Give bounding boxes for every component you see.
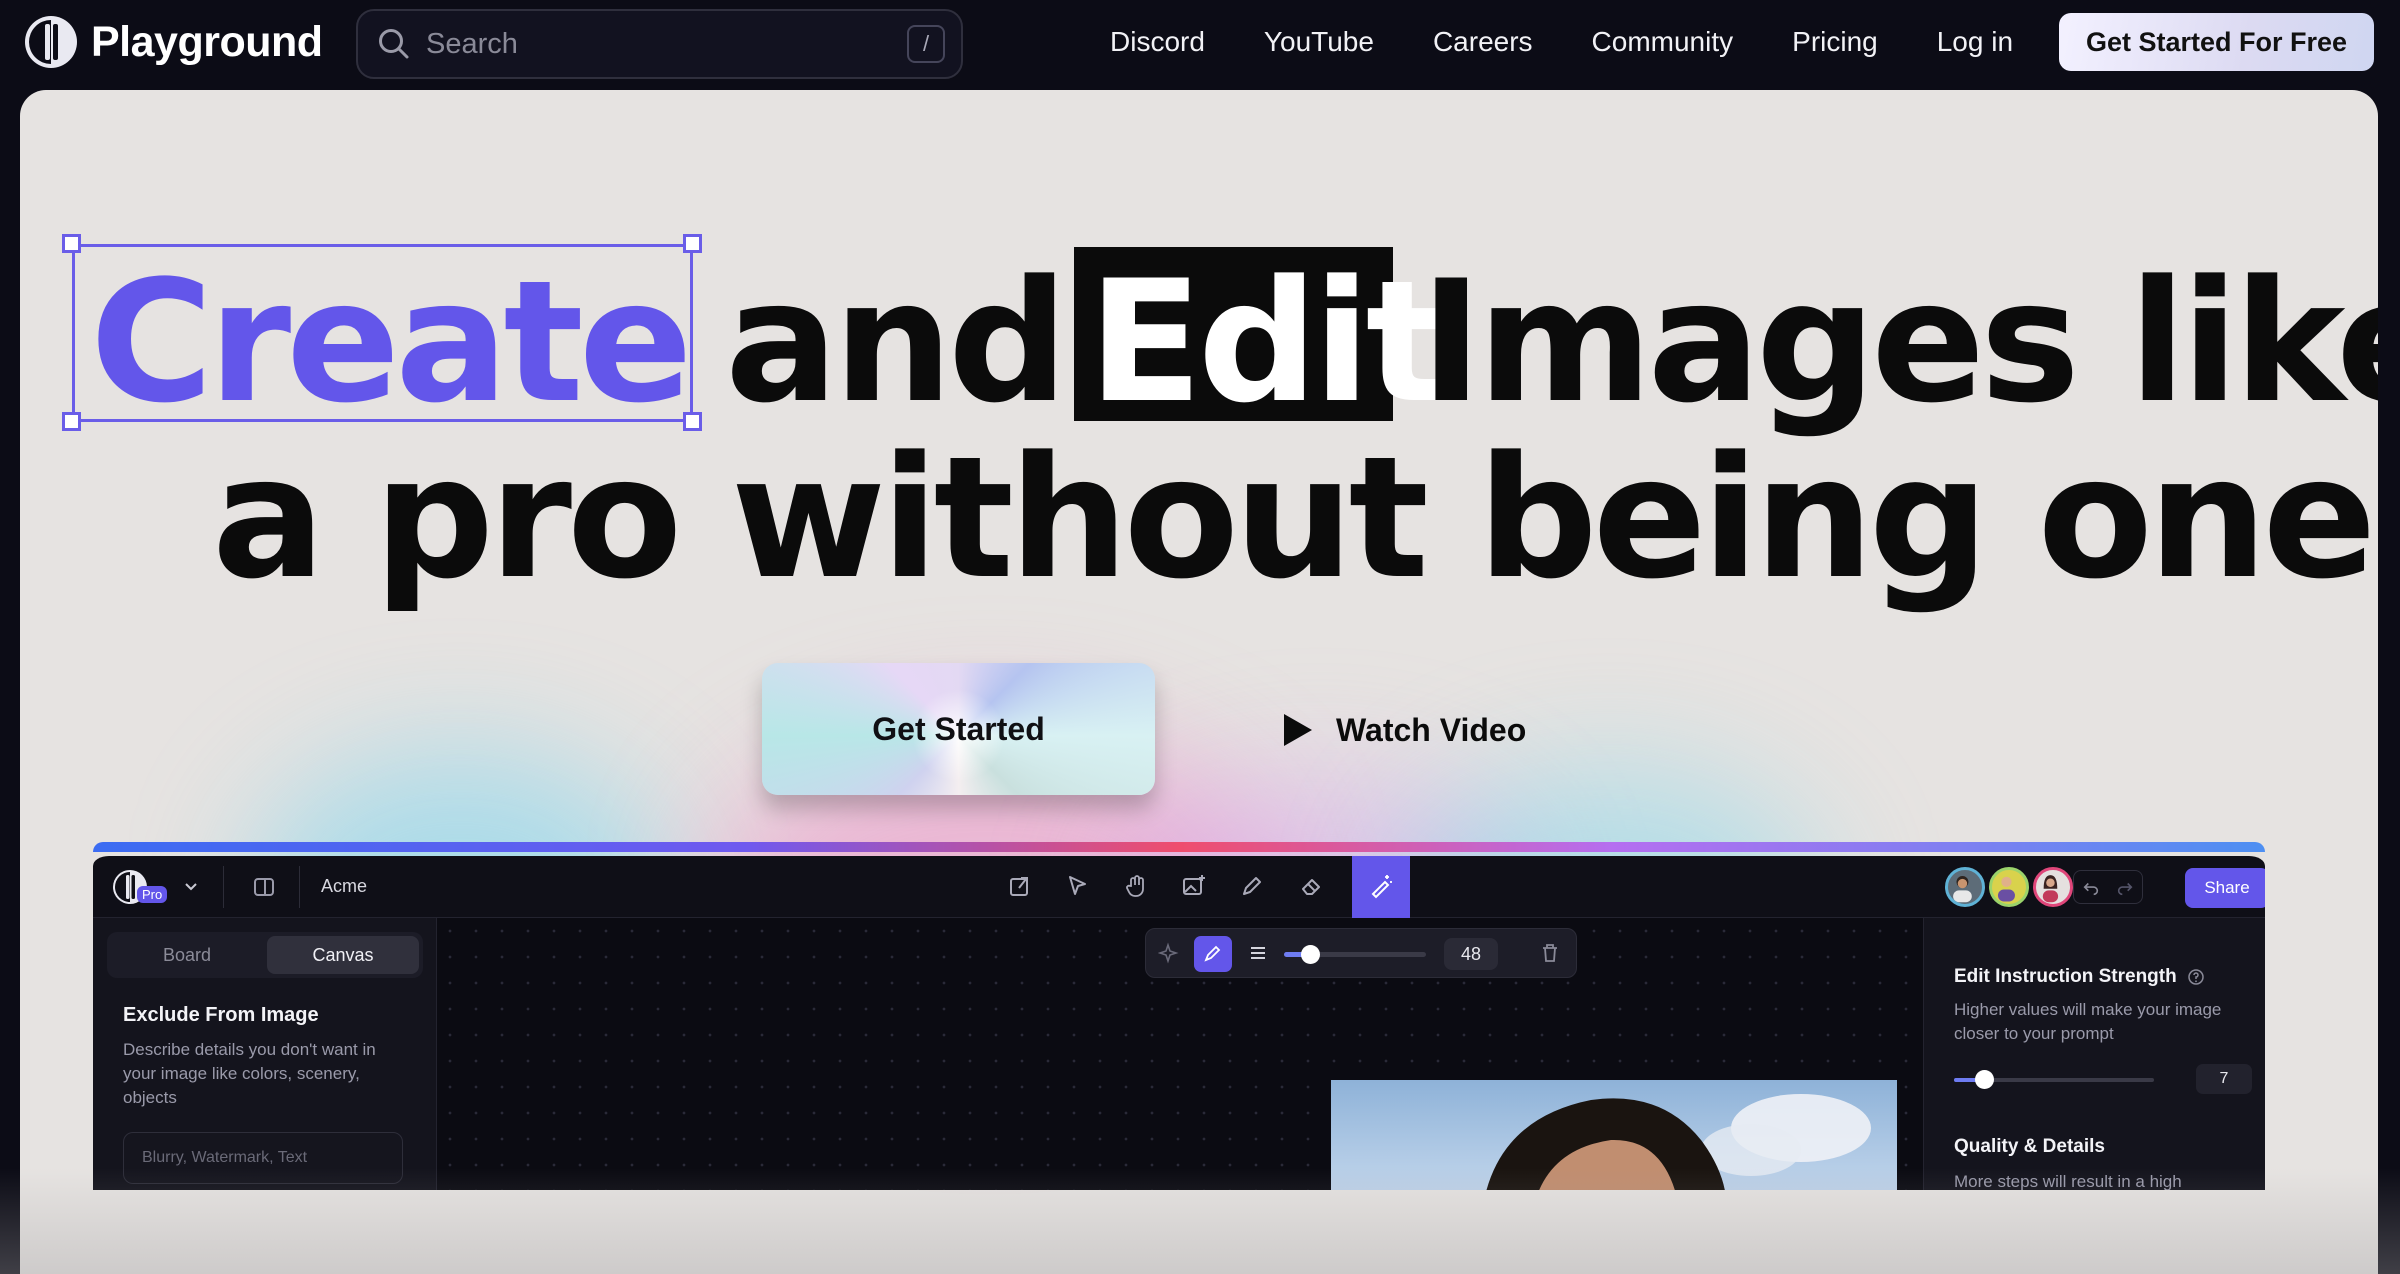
app-toolbar: Pro Acme Share (93, 856, 2265, 918)
avatar[interactable] (1945, 867, 1985, 907)
board-canvas-toggle: Board Canvas (107, 932, 423, 978)
tab-canvas[interactable]: Canvas (267, 936, 419, 974)
watch-video-button[interactable]: Watch Video (1282, 690, 1526, 770)
search-input[interactable] (426, 27, 907, 61)
exclude-input[interactable] (123, 1132, 403, 1184)
headline-word-create: Create (90, 244, 693, 440)
strength-title: Edit Instruction Strength (1954, 966, 2177, 987)
resize-handle (62, 234, 81, 253)
left-sidebar: Board Canvas Exclude From Image Describe… (93, 918, 437, 1190)
quality-description: More steps will result in a high (1954, 1172, 2182, 1190)
strength-slider-knob[interactable] (1975, 1070, 1994, 1089)
line-weight-icon[interactable] (1246, 941, 1270, 965)
toolbar-divider (299, 866, 300, 908)
history-controls (2073, 870, 2143, 904)
search-shortcut-key: / (907, 25, 945, 63)
select-arrow-icon[interactable] (1065, 873, 1091, 899)
playground-logo-icon (25, 16, 77, 68)
get-started-button[interactable]: Get Started (762, 663, 1155, 795)
search-icon (379, 29, 409, 59)
trash-icon[interactable] (1538, 941, 1562, 965)
canvas-area[interactable]: 48 (437, 918, 1923, 1190)
nav-links: Discord YouTube Careers Community Pricin… (1110, 0, 2072, 84)
eraser-icon[interactable] (1299, 873, 1325, 899)
help-icon[interactable] (2187, 968, 2205, 986)
top-nav: Playground / Discord YouTube Careers Com… (0, 0, 2400, 90)
app-preview: Pro Acme Share Board Canvas Exclude From… (93, 850, 2265, 1190)
nav-link-pricing[interactable]: Pricing (1792, 26, 1878, 58)
portrait-image (1486, 1094, 1871, 1190)
headline-word-edit: Edit (1088, 244, 1446, 440)
brand-logo[interactable]: Playground (23, 14, 323, 70)
toolbar-divider (223, 866, 224, 908)
sidebar-toggle-icon[interactable] (253, 876, 275, 898)
tab-board[interactable]: Board (111, 936, 263, 974)
brush-toolbar: 48 (1145, 928, 1577, 978)
brush-icon[interactable] (1201, 941, 1225, 965)
strength-value[interactable]: 7 (2196, 1064, 2252, 1094)
strength-description: Higher values will make your image close… (1954, 1000, 2222, 1043)
exclude-description: Describe details you don't want in your … (123, 1040, 376, 1107)
resize-handle (62, 412, 81, 431)
brush-size-value[interactable]: 48 (1444, 938, 1498, 970)
right-panel: Edit Instruction Strength Higher values … (1923, 918, 2265, 1190)
nav-link-careers[interactable]: Careers (1433, 26, 1533, 58)
exclude-title: Exclude From Image (123, 1004, 319, 1026)
play-icon (1284, 714, 1312, 746)
quality-title: Quality & Details (1954, 1136, 2105, 1157)
watch-video-label: Watch Video (1336, 711, 1527, 748)
magic-wand-icon[interactable] (1368, 873, 1394, 899)
nav-link-youtube[interactable]: YouTube (1264, 26, 1374, 58)
brush-size-knob[interactable] (1300, 945, 1320, 964)
search-box[interactable]: / (356, 9, 963, 79)
nav-link-discord[interactable]: Discord (1110, 26, 1205, 58)
undo-icon[interactable] (2082, 879, 2100, 897)
redo-icon[interactable] (2116, 879, 2134, 897)
canvas-image[interactable] (1331, 1080, 1897, 1190)
upload-icon[interactable] (1007, 873, 1033, 899)
nav-link-login[interactable]: Log in (1937, 26, 2013, 58)
hand-icon[interactable] (1123, 873, 1149, 899)
chevron-down-icon[interactable] (183, 878, 199, 894)
strength-slider[interactable] (1954, 1070, 2154, 1089)
headline-word-and: and (725, 244, 1068, 440)
plan-badge: Pro (137, 886, 168, 903)
nav-link-community[interactable]: Community (1592, 26, 1734, 58)
sparkle-icon[interactable] (1158, 941, 1182, 965)
image-plus-icon[interactable] (1181, 873, 1207, 899)
avatar[interactable] (2033, 867, 2073, 907)
strength-heading: Edit Instruction Strength (1954, 966, 2205, 988)
brand-name: Playground (91, 17, 323, 66)
avatar[interactable] (1989, 867, 2029, 907)
share-button[interactable]: Share (2185, 868, 2265, 908)
headline-line2: a pro without being one. (212, 420, 2378, 616)
pen-icon[interactable] (1239, 873, 1265, 899)
headline-line1-rest: Images like (1420, 244, 2378, 440)
workspace-name: Acme (321, 876, 368, 896)
get-started-free-button[interactable]: Get Started For Free (2059, 13, 2374, 71)
brush-size-slider[interactable] (1284, 945, 1426, 964)
